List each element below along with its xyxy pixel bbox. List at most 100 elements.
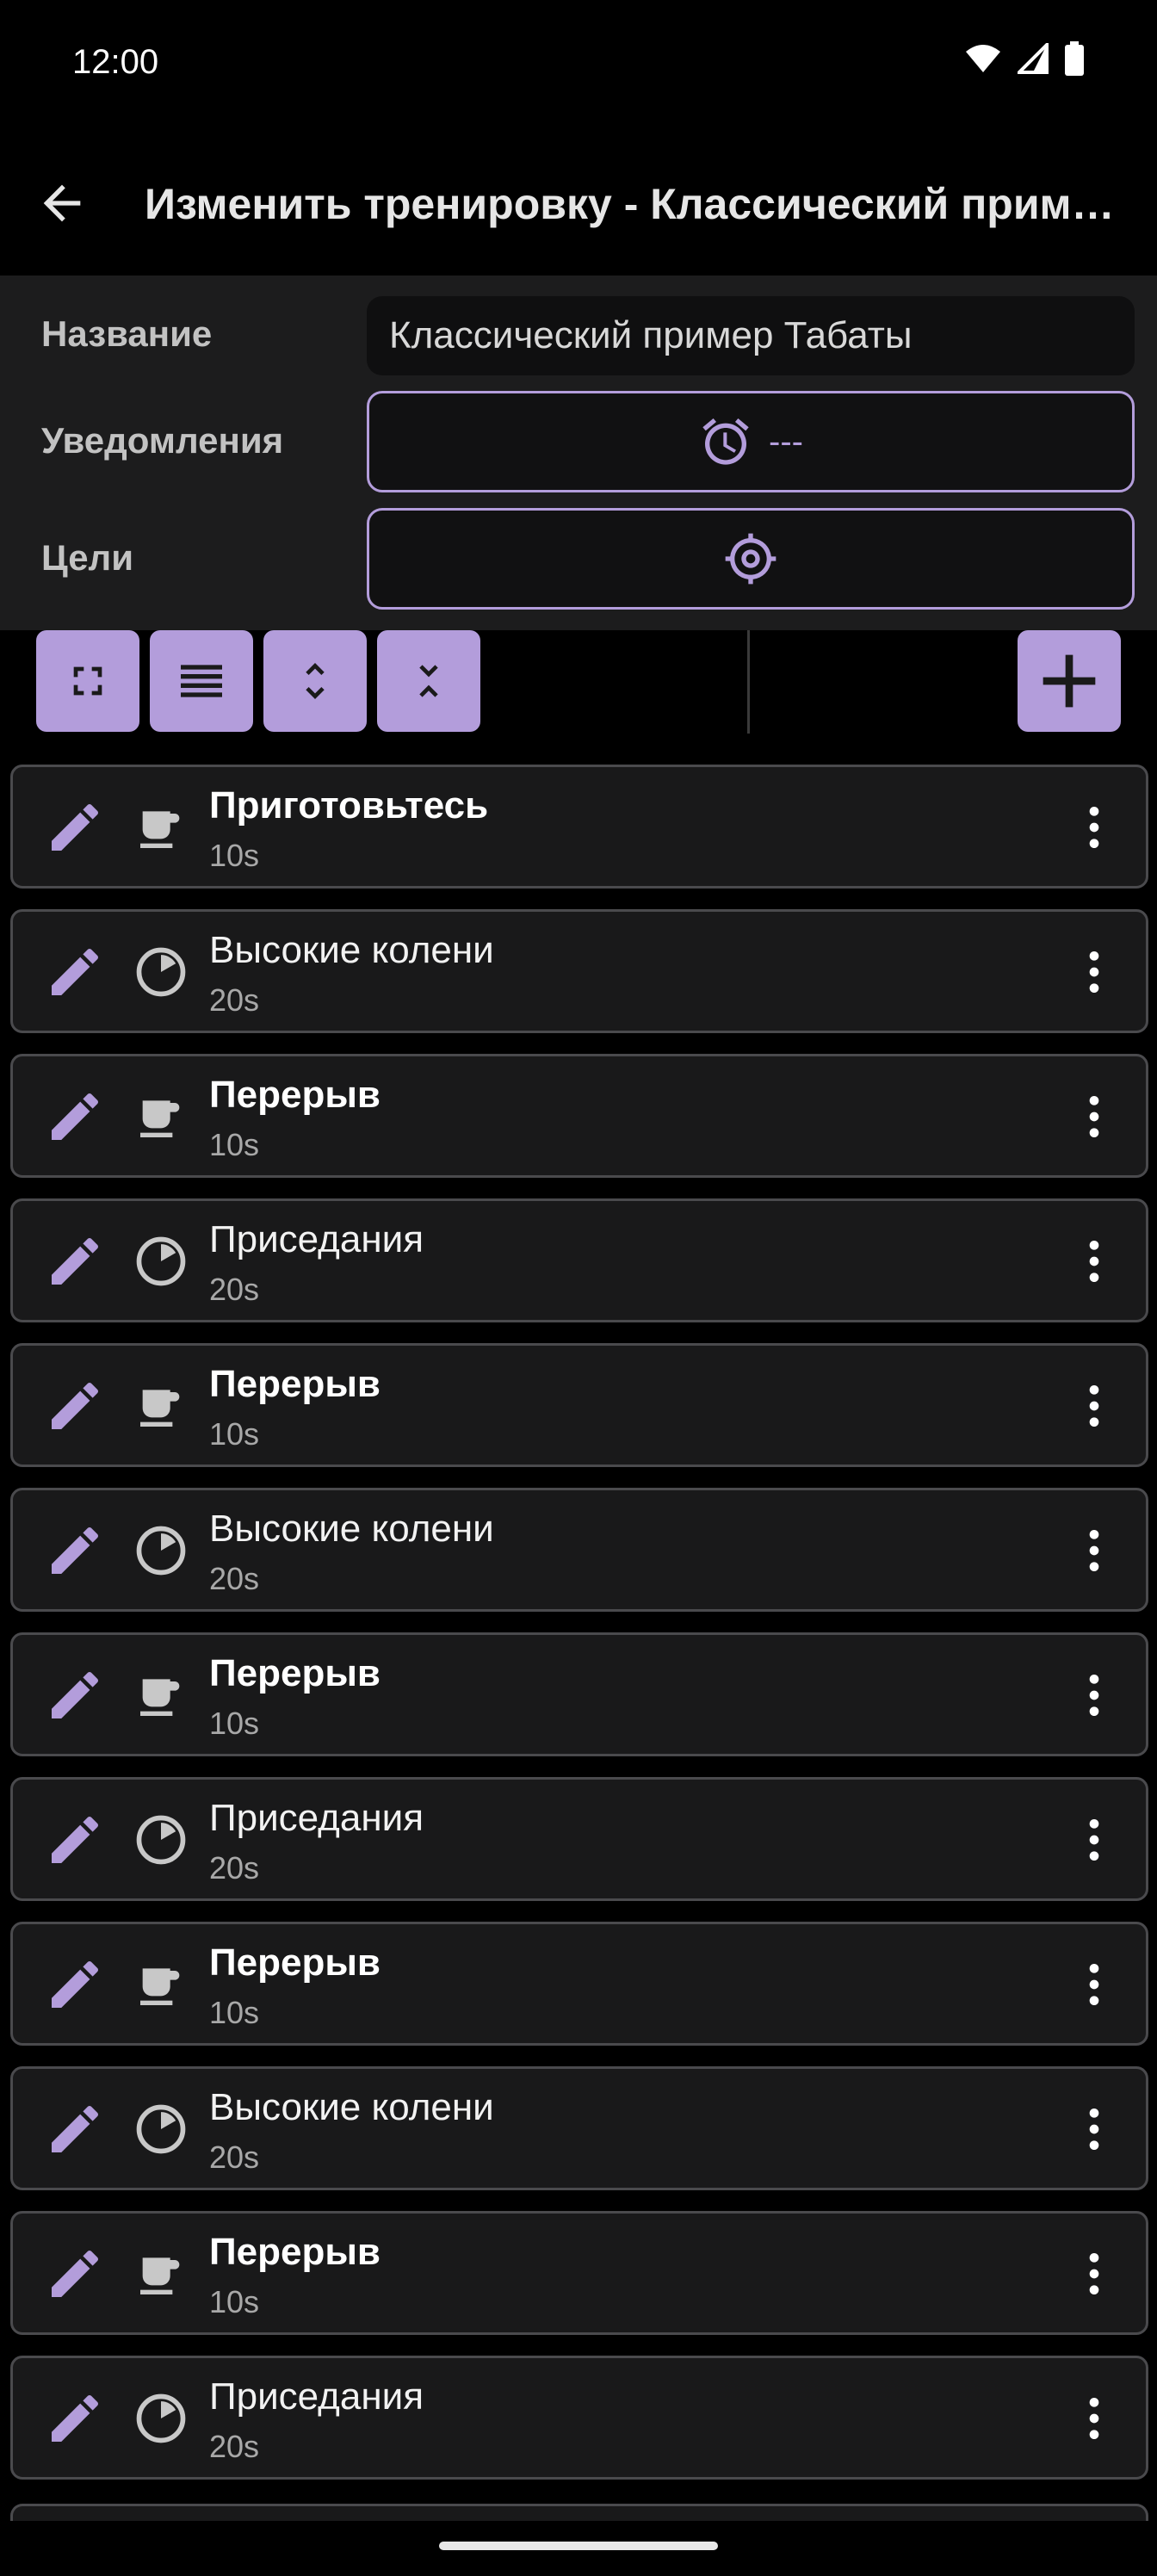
status-bar: 12:00: [0, 0, 1157, 129]
more-options-button[interactable]: [1063, 1520, 1125, 1582]
list-item[interactable]: Приседания 20s: [10, 1198, 1148, 1322]
app-bar: Изменить тренировку - Классический приме…: [0, 146, 1157, 276]
edit-button[interactable]: [44, 1375, 106, 1437]
item-duration: 20s: [209, 1272, 260, 1307]
item-title: Перерыв: [209, 1941, 381, 1984]
item-title: Перерыв: [209, 1363, 381, 1405]
collapse-icon: [419, 665, 438, 697]
pencil-icon: [52, 803, 99, 851]
list-item[interactable]: Перерыв 10s: [10, 1632, 1148, 1756]
more-options-button[interactable]: [1063, 1375, 1125, 1437]
edit-button[interactable]: [44, 1086, 106, 1148]
list-item[interactable]: Перерыв 10s: [10, 1054, 1148, 1178]
edit-button[interactable]: [44, 1520, 106, 1582]
edit-button[interactable]: [44, 2098, 106, 2160]
back-button[interactable]: [31, 172, 93, 234]
item-duration: 10s: [209, 838, 260, 873]
more-options-button[interactable]: [1063, 1230, 1125, 1292]
add-item-button[interactable]: [1018, 630, 1121, 732]
item-duration: 20s: [209, 2139, 260, 2175]
coffee-cup-icon: [130, 1954, 192, 2016]
fullscreen-button[interactable]: [36, 630, 139, 732]
alarm-icon: [702, 418, 749, 465]
more-options-button[interactable]: [1063, 2098, 1125, 2160]
item-duration: 10s: [209, 1416, 260, 1452]
goals-label: Цели: [41, 537, 134, 578]
signal-icon: [1015, 40, 1049, 78]
gesture-bar[interactable]: [439, 2542, 718, 2550]
more-options-button[interactable]: [1063, 1809, 1125, 1871]
edit-button[interactable]: [44, 796, 106, 858]
expand-all-button[interactable]: [263, 630, 367, 732]
list-item[interactable]: Высокие колени 20s: [10, 1488, 1148, 1612]
item-duration: 20s: [209, 1850, 260, 1886]
item-duration: 10s: [209, 1127, 260, 1162]
item-title: Приседания: [209, 1218, 424, 1260]
status-time: 12:00: [72, 43, 159, 81]
more-options-button[interactable]: [1063, 796, 1125, 858]
pencil-icon: [52, 1526, 99, 1574]
pencil-icon: [52, 1671, 99, 1718]
name-label: Название: [41, 313, 213, 354]
list-item[interactable]: Перерыв 10s: [10, 1343, 1148, 1467]
more-options-button[interactable]: [1063, 2387, 1125, 2449]
name-field[interactable]: Классический пример Табаты: [367, 296, 1135, 375]
coffee-cup-icon: [130, 796, 192, 858]
more-vert-icon: [1089, 1819, 1099, 1861]
pencil-icon: [52, 1816, 99, 1863]
item-title: Приседания: [209, 2375, 424, 2418]
more-options-button[interactable]: [1063, 1664, 1125, 1726]
expand-icon: [306, 663, 325, 699]
more-vert-icon: [1089, 951, 1099, 993]
more-vert-icon: [1089, 2253, 1099, 2294]
more-options-button[interactable]: [1063, 941, 1125, 1003]
more-options-button[interactable]: [1063, 2243, 1125, 2305]
coffee-cup-icon: [130, 1086, 192, 1148]
more-options-button[interactable]: [1063, 1954, 1125, 2016]
crosshair-icon: [725, 533, 776, 585]
item-title: Приготовьтесь: [209, 784, 489, 827]
item-duration: 10s: [209, 1706, 260, 1741]
pencil-icon: [52, 1237, 99, 1285]
goals-button[interactable]: [367, 508, 1135, 610]
reorder-button[interactable]: [150, 630, 253, 732]
pencil-icon: [52, 1960, 99, 2008]
more-options-button[interactable]: [1063, 1086, 1125, 1148]
edit-button[interactable]: [44, 2387, 106, 2449]
page-title: Изменить тренировку - Классический приме…: [145, 180, 1117, 228]
edit-button[interactable]: [44, 1954, 106, 2016]
timer-pie-icon: [130, 941, 192, 1003]
edit-button[interactable]: [44, 1809, 106, 1871]
edit-button[interactable]: [44, 941, 106, 1003]
coffee-cup-icon: [130, 1664, 192, 1726]
list-item[interactable]: Высокие колени 20s: [10, 909, 1148, 1033]
list-item[interactable]: Высокие колени 20s: [10, 2066, 1148, 2190]
notifications-value: ---: [769, 422, 803, 461]
pencil-icon: [52, 2105, 99, 2152]
list-item[interactable]: Перерыв 10s: [10, 2211, 1148, 2335]
edit-button[interactable]: [44, 2243, 106, 2305]
exercise-list: Приготовьтесь 10s Высокие колени 20s Пер…: [10, 765, 1148, 2500]
list-item-partial: [10, 2504, 1148, 2521]
notifications-button[interactable]: ---: [367, 391, 1135, 492]
pencil-icon: [52, 1382, 99, 1429]
list-item[interactable]: Приготовьтесь 10s: [10, 765, 1148, 889]
item-title: Высокие колени: [209, 2086, 494, 2128]
reorder-icon: [181, 665, 222, 697]
list-toolbar: [0, 630, 1157, 744]
arrow-back-icon: [43, 184, 81, 222]
pencil-icon: [52, 948, 99, 995]
list-item[interactable]: Приседания 20s: [10, 1777, 1148, 1901]
timer-pie-icon: [130, 1230, 192, 1292]
item-duration: 20s: [209, 982, 260, 1018]
edit-button[interactable]: [44, 1230, 106, 1292]
pencil-icon: [52, 2394, 99, 2442]
collapse-all-button[interactable]: [377, 630, 480, 732]
timer-pie-icon: [130, 1520, 192, 1582]
list-item[interactable]: Приседания 20s: [10, 2356, 1148, 2480]
status-icons: [964, 40, 1085, 80]
edit-button[interactable]: [44, 1664, 106, 1726]
item-title: Приседания: [209, 1797, 424, 1839]
list-item[interactable]: Перерыв 10s: [10, 1922, 1148, 2046]
item-duration: 20s: [209, 2429, 260, 2464]
